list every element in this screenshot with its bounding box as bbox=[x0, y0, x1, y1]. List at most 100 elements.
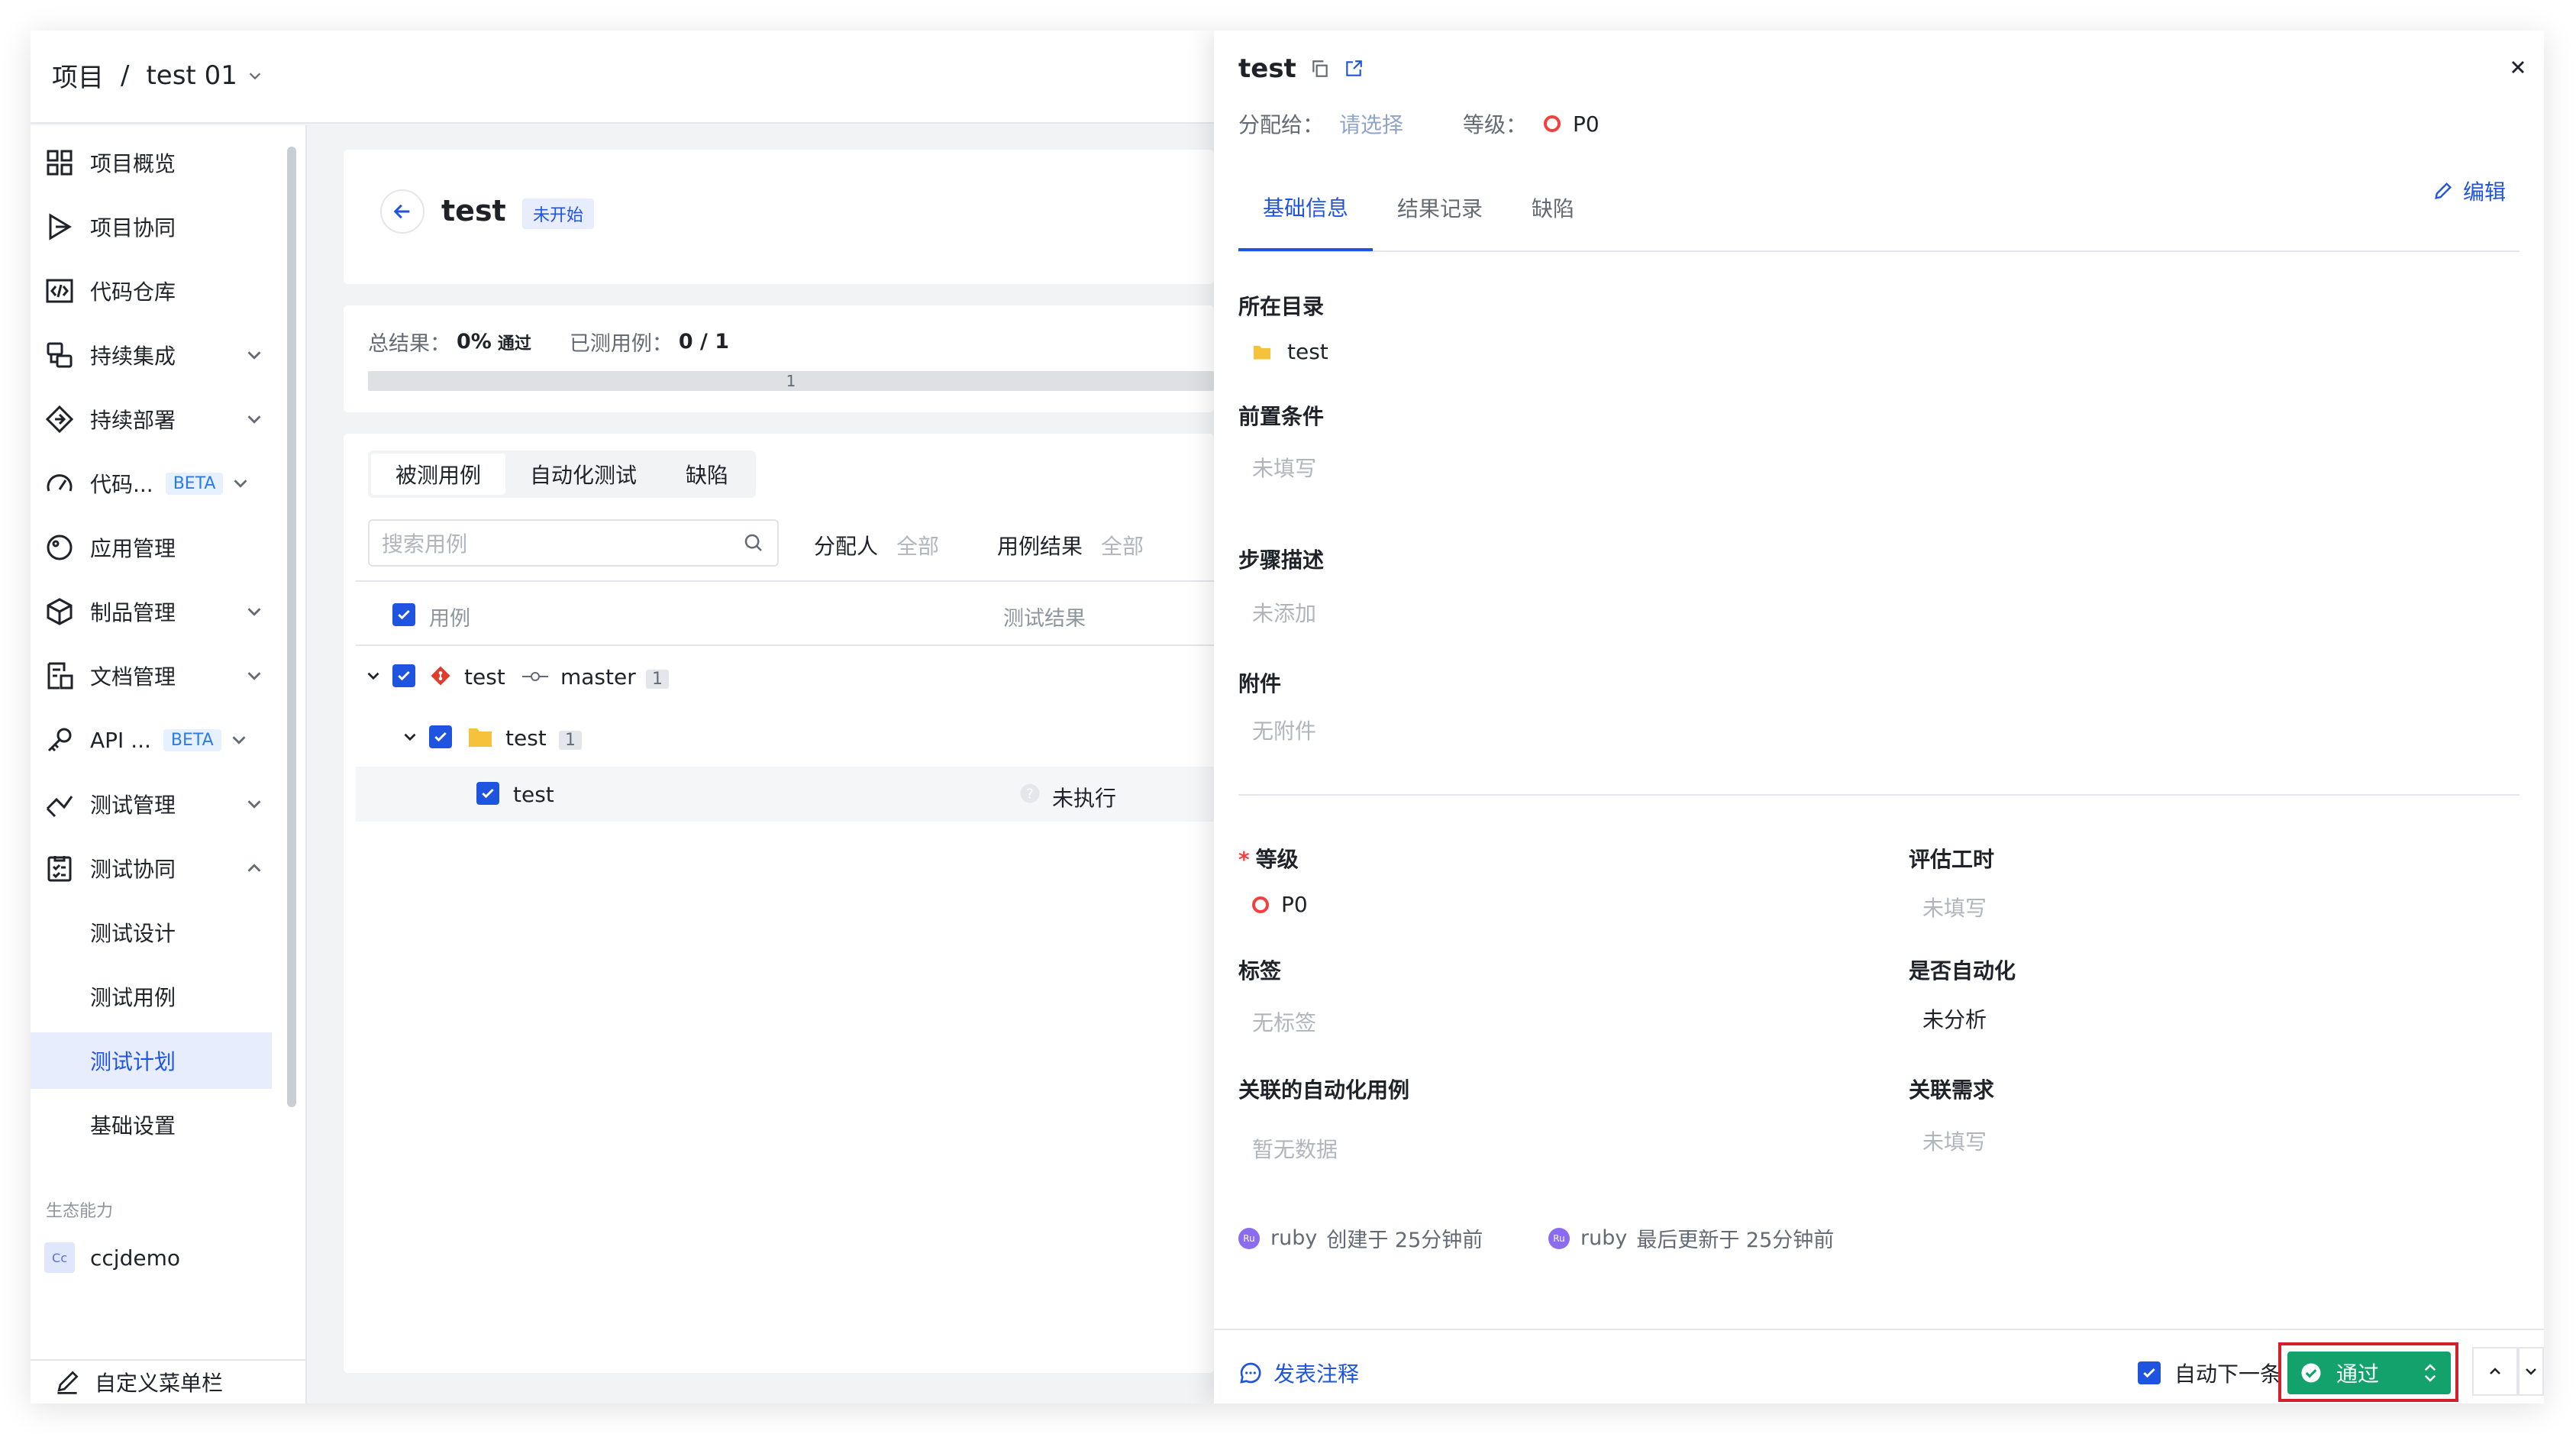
edit-button[interactable]: 编辑 bbox=[2432, 176, 2506, 206]
dir-value-row: test bbox=[1252, 339, 1328, 364]
assign-label: 分配给： bbox=[1238, 112, 1325, 137]
close-icon[interactable] bbox=[2509, 58, 2527, 76]
sidebar-item-code-scan[interactable]: 代码... BETA bbox=[31, 455, 272, 512]
table-row[interactable]: test ? 未执行 bbox=[356, 767, 1214, 822]
chevron-down-icon bbox=[243, 408, 266, 431]
row-checkbox[interactable] bbox=[392, 664, 415, 687]
sidebar-item-app[interactable]: 应用管理 bbox=[31, 519, 272, 576]
chevron-down-icon bbox=[228, 728, 250, 751]
linked-auto-label: 关联的自动化用例 bbox=[1238, 1077, 1410, 1103]
auto-value[interactable]: 未分析 bbox=[1922, 1003, 1987, 1034]
sidebar-item-cd[interactable]: 持续部署 bbox=[31, 391, 272, 447]
sidebar-item-label: 测试用例 bbox=[90, 985, 176, 1010]
external-link-icon[interactable] bbox=[1344, 59, 1364, 79]
assign-select[interactable]: 请选择 bbox=[1339, 108, 1403, 139]
pass-button[interactable]: 通过 bbox=[2287, 1352, 2451, 1394]
svg-text:?: ? bbox=[1026, 786, 1033, 802]
sidebar-item-test-plan[interactable]: 测试计划 bbox=[31, 1032, 272, 1089]
breadcrumb-project[interactable]: test 01 bbox=[146, 60, 237, 91]
tab-automation[interactable]: 自动化测试 bbox=[505, 454, 661, 495]
ci-icon bbox=[44, 340, 75, 370]
tab-result-records[interactable]: 结果记录 bbox=[1373, 165, 1507, 250]
sidebar-scrollbar[interactable] bbox=[287, 147, 296, 1107]
sidebar-item-ci[interactable]: 持续集成 bbox=[31, 327, 272, 383]
copy-icon[interactable] bbox=[1310, 59, 1330, 79]
cd-icon bbox=[44, 404, 75, 434]
count-badge: 1 bbox=[646, 670, 669, 689]
row-checkbox[interactable] bbox=[476, 782, 499, 805]
pencil-icon bbox=[2435, 182, 2452, 199]
row-checkbox[interactable] bbox=[429, 725, 452, 748]
prev-button[interactable] bbox=[2472, 1347, 2518, 1396]
auto-next-checkbox[interactable]: 自动下一条 bbox=[2138, 1358, 2281, 1388]
level-value[interactable]: P0 bbox=[1573, 111, 1600, 137]
sidebar-item-label: 项目协同 bbox=[90, 215, 176, 241]
next-button[interactable] bbox=[2518, 1347, 2544, 1396]
breadcrumb-root[interactable]: 项目 bbox=[52, 57, 104, 94]
sidebar-item-test-design[interactable]: 测试设计 bbox=[31, 904, 272, 961]
tags-value[interactable]: 无标签 bbox=[1252, 1006, 1316, 1037]
grade-label-row: * 等级 bbox=[1238, 847, 1299, 872]
sidebar-item-docs[interactable]: 文档管理 bbox=[31, 648, 272, 704]
sidebar-item-code-repo[interactable]: 代码仓库 bbox=[31, 263, 272, 319]
sidebar: 项目概览 项目协同 代码仓库 持续集成 持续部署 代码... BETA 应用管理… bbox=[31, 125, 307, 1403]
auto-next-label: 自动下一条 bbox=[2174, 1361, 2282, 1387]
drawer-meta: 分配给： 请选择 等级： P0 bbox=[1238, 108, 1600, 139]
folder-icon bbox=[1254, 345, 1270, 360]
chevron-down-icon bbox=[243, 664, 266, 687]
select-all-checkbox[interactable] bbox=[392, 603, 415, 626]
assignee-filter[interactable]: 分配人 全部 bbox=[814, 530, 939, 560]
table-row[interactable]: test master 1 bbox=[356, 649, 1214, 704]
overview-icon bbox=[44, 147, 75, 178]
table-row[interactable]: test 1 bbox=[356, 710, 1214, 765]
tested-value: 0 / 1 bbox=[678, 330, 730, 354]
checkbox[interactable] bbox=[2138, 1361, 2161, 1384]
steps-label: 步骤描述 bbox=[1238, 547, 1325, 573]
sidebar-item-collab[interactable]: 项目协同 bbox=[31, 199, 272, 255]
result-filter[interactable]: 用例结果 全部 bbox=[997, 530, 1144, 560]
grade-value-row[interactable]: P0 bbox=[1235, 892, 1308, 917]
docs-icon bbox=[44, 660, 75, 691]
artifact-icon bbox=[44, 596, 75, 627]
sidebar-item-basic-settings[interactable]: 基础设置 bbox=[31, 1096, 272, 1153]
check-circle-icon bbox=[2301, 1363, 2321, 1383]
tab-tested-cases[interactable]: 被测用例 bbox=[371, 454, 506, 495]
status-badge: 未开始 bbox=[522, 199, 595, 229]
avatar: Ru bbox=[1238, 1227, 1260, 1249]
back-button[interactable] bbox=[380, 189, 424, 234]
chevron-down-icon[interactable] bbox=[400, 727, 420, 747]
edit-icon bbox=[53, 1368, 81, 1396]
tab-defects[interactable]: 缺陷 bbox=[661, 454, 753, 495]
priority-circle-icon bbox=[1544, 115, 1561, 132]
tab-defects[interactable]: 缺陷 bbox=[1507, 165, 1599, 250]
created-text: 创建于 25分钟前 bbox=[1326, 1229, 1483, 1252]
chevron-down-icon bbox=[229, 472, 252, 495]
customize-menu-button[interactable]: 自定义菜单栏 bbox=[31, 1359, 307, 1403]
search-input[interactable]: 搜索用例 bbox=[368, 519, 779, 567]
sidebar-item-label: ccjdemo bbox=[90, 1245, 180, 1271]
drawer-title-row: test bbox=[1238, 53, 1364, 84]
sidebar-item-label: 应用管理 bbox=[90, 536, 176, 561]
sidebar-item-ccjdemo[interactable]: Cc ccjdemo bbox=[31, 1229, 272, 1286]
tab-basic-info[interactable]: 基础信息 bbox=[1238, 166, 1374, 251]
chevron-down-icon[interactable] bbox=[247, 67, 263, 84]
test-collab-icon bbox=[44, 853, 75, 883]
code-repo-icon bbox=[44, 276, 75, 306]
chevron-down-icon[interactable] bbox=[363, 666, 383, 686]
estimate-value[interactable]: 未填写 bbox=[1922, 892, 1987, 922]
breadcrumb-separator: / bbox=[121, 60, 130, 91]
sort-icon bbox=[2424, 1364, 2436, 1382]
progress-bar: 1 bbox=[368, 371, 1214, 391]
sidebar-item-label: 制品管理 bbox=[90, 600, 176, 625]
col-result: 测试结果 bbox=[1003, 607, 1086, 631]
sidebar-item-test-cases[interactable]: 测试用例 bbox=[31, 968, 272, 1025]
sidebar-item-test-mgmt[interactable]: 测试管理 bbox=[31, 776, 272, 832]
comment-button[interactable]: 发表注释 bbox=[1238, 1358, 1359, 1388]
sidebar-item-artifact[interactable]: 制品管理 bbox=[31, 583, 272, 640]
plan-title: test bbox=[441, 194, 506, 228]
sidebar-item-test-collab[interactable]: 测试协同 bbox=[31, 840, 272, 896]
linked-req-value[interactable]: 未填写 bbox=[1922, 1126, 1987, 1156]
sidebar-item-api[interactable]: API ... BETA bbox=[31, 712, 272, 768]
sidebar-item-overview[interactable]: 项目概览 bbox=[31, 134, 272, 191]
pre-label: 前置条件 bbox=[1238, 404, 1325, 429]
